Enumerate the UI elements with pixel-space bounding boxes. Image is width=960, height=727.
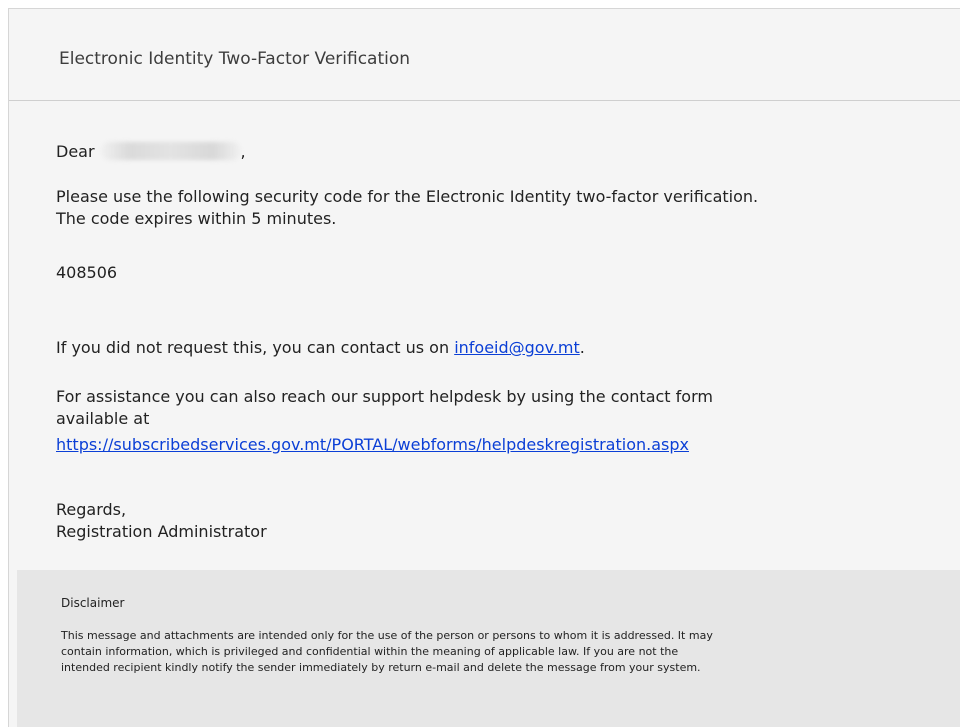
disclaimer-panel: Disclaimer This message and attachments … xyxy=(17,570,960,727)
redacted-recipient-name xyxy=(100,142,241,160)
contact-email-link[interactable]: infoeid@gov.mt xyxy=(454,338,580,357)
security-code: 408506 xyxy=(56,263,118,282)
disclaimer-line-3: intended recipient kindly notify the sen… xyxy=(61,661,701,674)
helpdesk-url-link[interactable]: https://subscribedservices.gov.mt/PORTAL… xyxy=(56,435,689,454)
contact-suffix: . xyxy=(579,338,585,357)
disclaimer-line-1: This message and attachments are intende… xyxy=(61,629,713,642)
disclaimer-text: This message and attachments are intende… xyxy=(61,628,921,676)
intro-line-2: The code expires within 5 minutes. xyxy=(56,209,337,228)
email-body: Dear, Please use the following security … xyxy=(9,101,960,569)
assist-line-2: available at xyxy=(56,409,150,428)
greeting-comma: , xyxy=(240,142,246,161)
assist-line-1: For assistance you can also reach our su… xyxy=(56,387,713,406)
signature-line: Registration Administrator xyxy=(56,522,267,541)
intro-line-1: Please use the following security code f… xyxy=(56,187,759,206)
email-header: Electronic Identity Two-Factor Verificat… xyxy=(9,9,960,101)
disclaimer-line-2: contain information, which is privileged… xyxy=(61,645,679,658)
contact-prefix: If you did not request this, you can con… xyxy=(56,338,455,357)
greeting-word: Dear xyxy=(56,142,95,161)
disclaimer-title: Disclaimer xyxy=(61,596,125,610)
assist-url-line: https://subscribedservices.gov.mt/PORTAL… xyxy=(56,434,689,456)
contact-line: If you did not request this, you can con… xyxy=(56,337,585,359)
greeting-line: Dear, xyxy=(56,141,246,163)
email-title: Electronic Identity Two-Factor Verificat… xyxy=(59,49,411,69)
regards-line: Regards, xyxy=(56,500,127,519)
email-card: Electronic Identity Two-Factor Verificat… xyxy=(8,8,960,727)
